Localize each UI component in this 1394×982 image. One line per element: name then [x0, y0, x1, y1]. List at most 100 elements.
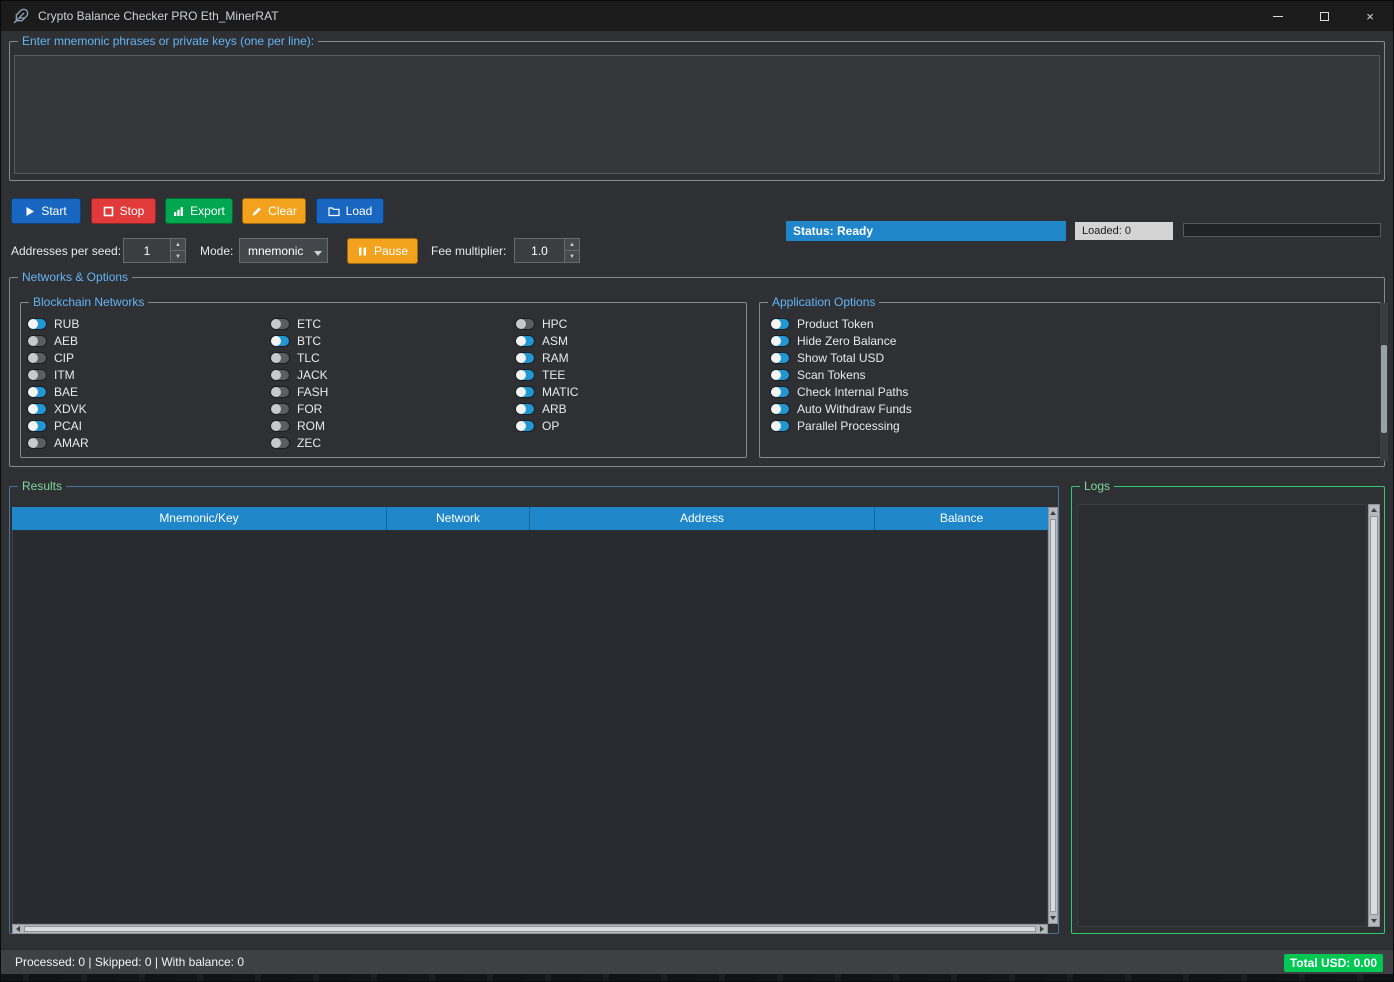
- mode-select[interactable]: mnemonic: [239, 238, 328, 263]
- toggle-matic[interactable]: MATIC: [515, 383, 578, 400]
- clear-button[interactable]: Clear: [242, 198, 306, 224]
- toggle-for[interactable]: FOR: [270, 400, 328, 417]
- toggle-btc[interactable]: BTC: [270, 332, 328, 349]
- toggle-on-icon[interactable]: [270, 335, 290, 347]
- toggle-off-icon[interactable]: [270, 318, 290, 330]
- toggle-off-icon[interactable]: [270, 437, 290, 449]
- toggle-amar[interactable]: AMAR: [27, 434, 89, 451]
- spinner-down-icon[interactable]: ▼: [565, 251, 579, 262]
- toggle-on-icon[interactable]: [770, 420, 790, 432]
- application-options-group: Application Options Product TokenHide Ze…: [759, 302, 1381, 458]
- maximize-button[interactable]: [1301, 1, 1347, 31]
- addresses-per-seed-input[interactable]: 1 ▲ ▼: [123, 238, 186, 263]
- toggle-tee[interactable]: TEE: [515, 366, 578, 383]
- toggle-off-icon[interactable]: [270, 386, 290, 398]
- toggle-off-icon[interactable]: [27, 335, 47, 347]
- toggle-xdvk[interactable]: XDVK: [27, 400, 89, 417]
- fee-multiplier-input[interactable]: 1.0 ▲ ▼: [514, 238, 580, 263]
- pause-button[interactable]: Pause: [347, 238, 418, 264]
- toggle-on-icon[interactable]: [770, 403, 790, 415]
- toggle-off-icon[interactable]: [27, 437, 47, 449]
- toggle-zec[interactable]: ZEC: [270, 434, 328, 451]
- scroll-left-icon[interactable]: [13, 925, 23, 933]
- toggle-ram[interactable]: RAM: [515, 349, 578, 366]
- toggle-parallel-processing[interactable]: Parallel Processing: [770, 417, 912, 434]
- networks-scrollbar[interactable]: [1380, 303, 1388, 461]
- toggle-tlc[interactable]: TLC: [270, 349, 328, 366]
- toggle-rom[interactable]: ROM: [270, 417, 328, 434]
- toggle-on-icon[interactable]: [770, 352, 790, 364]
- toggle-off-icon[interactable]: [270, 352, 290, 364]
- addresses-per-seed-value: 1: [124, 239, 170, 262]
- scroll-up-icon[interactable]: [1049, 508, 1057, 518]
- toggle-pcai[interactable]: PCAI: [27, 417, 89, 434]
- mnemonic-input[interactable]: [14, 55, 1380, 174]
- toggle-asm[interactable]: ASM: [515, 332, 578, 349]
- toggle-etc[interactable]: ETC: [270, 315, 328, 332]
- toggle-on-icon[interactable]: [515, 386, 535, 398]
- toggle-off-icon[interactable]: [27, 369, 47, 381]
- column-header-address[interactable]: Address: [530, 507, 875, 530]
- logs-group: Logs: [1071, 486, 1385, 934]
- column-header-mnemonic-key[interactable]: Mnemonic/Key: [12, 507, 387, 530]
- toggle-cip[interactable]: CIP: [27, 349, 89, 366]
- toggle-on-icon[interactable]: [770, 318, 790, 330]
- toggle-off-icon[interactable]: [270, 403, 290, 415]
- scrollbar-thumb[interactable]: [1370, 516, 1378, 915]
- toggle-product-token[interactable]: Product Token: [770, 315, 912, 332]
- scroll-down-icon[interactable]: [1049, 913, 1057, 923]
- results-horizontal-scrollbar[interactable]: [12, 924, 1048, 934]
- toggle-aeb[interactable]: AEB: [27, 332, 89, 349]
- scroll-right-icon[interactable]: [1037, 925, 1047, 933]
- toggle-arb[interactable]: ARB: [515, 400, 578, 417]
- minimize-button[interactable]: [1255, 1, 1301, 31]
- toggle-on-icon[interactable]: [515, 403, 535, 415]
- start-button[interactable]: Start: [11, 198, 81, 224]
- toggle-on-icon[interactable]: [27, 318, 47, 330]
- scroll-up-icon[interactable]: [1369, 505, 1379, 515]
- toggle-on-icon[interactable]: [770, 335, 790, 347]
- toggle-off-icon[interactable]: [270, 420, 290, 432]
- toggle-on-icon[interactable]: [770, 386, 790, 398]
- stop-button[interactable]: Stop: [91, 198, 156, 224]
- scrollbar-thumb[interactable]: [1381, 345, 1387, 433]
- toggle-on-icon[interactable]: [770, 369, 790, 381]
- toggle-rub[interactable]: RUB: [27, 315, 89, 332]
- toggle-check-internal-paths[interactable]: Check Internal Paths: [770, 383, 912, 400]
- logs-scrollbar[interactable]: [1368, 504, 1380, 927]
- toggle-on-icon[interactable]: [27, 403, 47, 415]
- toggle-off-icon[interactable]: [515, 318, 535, 330]
- column-header-network[interactable]: Network: [387, 507, 530, 530]
- toggle-scan-tokens[interactable]: Scan Tokens: [770, 366, 912, 383]
- scrollbar-thumb[interactable]: [24, 926, 1036, 932]
- load-button[interactable]: Load: [316, 198, 384, 224]
- spinner-down-icon[interactable]: ▼: [171, 251, 185, 262]
- toggle-on-icon[interactable]: [515, 335, 535, 347]
- toggle-hpc[interactable]: HPC: [515, 315, 578, 332]
- results-vertical-scrollbar[interactable]: [1048, 507, 1058, 924]
- export-button[interactable]: Export: [165, 198, 233, 224]
- spinner-up-icon[interactable]: ▲: [171, 239, 185, 251]
- toggle-on-icon[interactable]: [515, 369, 535, 381]
- toggle-fash[interactable]: FASH: [270, 383, 328, 400]
- toggle-on-icon[interactable]: [27, 420, 47, 432]
- toggle-hide-zero-balance[interactable]: Hide Zero Balance: [770, 332, 912, 349]
- toggle-op[interactable]: OP: [515, 417, 578, 434]
- toggle-on-icon[interactable]: [27, 386, 47, 398]
- column-header-balance[interactable]: Balance: [875, 507, 1048, 530]
- toggle-show-total-usd[interactable]: Show Total USD: [770, 349, 912, 366]
- feather-app-icon: [13, 8, 29, 24]
- toggle-jack[interactable]: JACK: [270, 366, 328, 383]
- toggle-bae[interactable]: BAE: [27, 383, 89, 400]
- toggle-itm[interactable]: ITM: [27, 366, 89, 383]
- toggle-auto-withdraw-funds[interactable]: Auto Withdraw Funds: [770, 400, 912, 417]
- scroll-down-icon[interactable]: [1369, 916, 1379, 926]
- toggle-off-icon[interactable]: [270, 369, 290, 381]
- mode-value: mnemonic: [248, 244, 303, 258]
- spinner-up-icon[interactable]: ▲: [565, 239, 579, 251]
- scrollbar-thumb[interactable]: [1050, 519, 1056, 912]
- toggle-on-icon[interactable]: [515, 352, 535, 364]
- toggle-off-icon[interactable]: [27, 352, 47, 364]
- toggle-on-icon[interactable]: [515, 420, 535, 432]
- close-button[interactable]: ×: [1347, 1, 1393, 31]
